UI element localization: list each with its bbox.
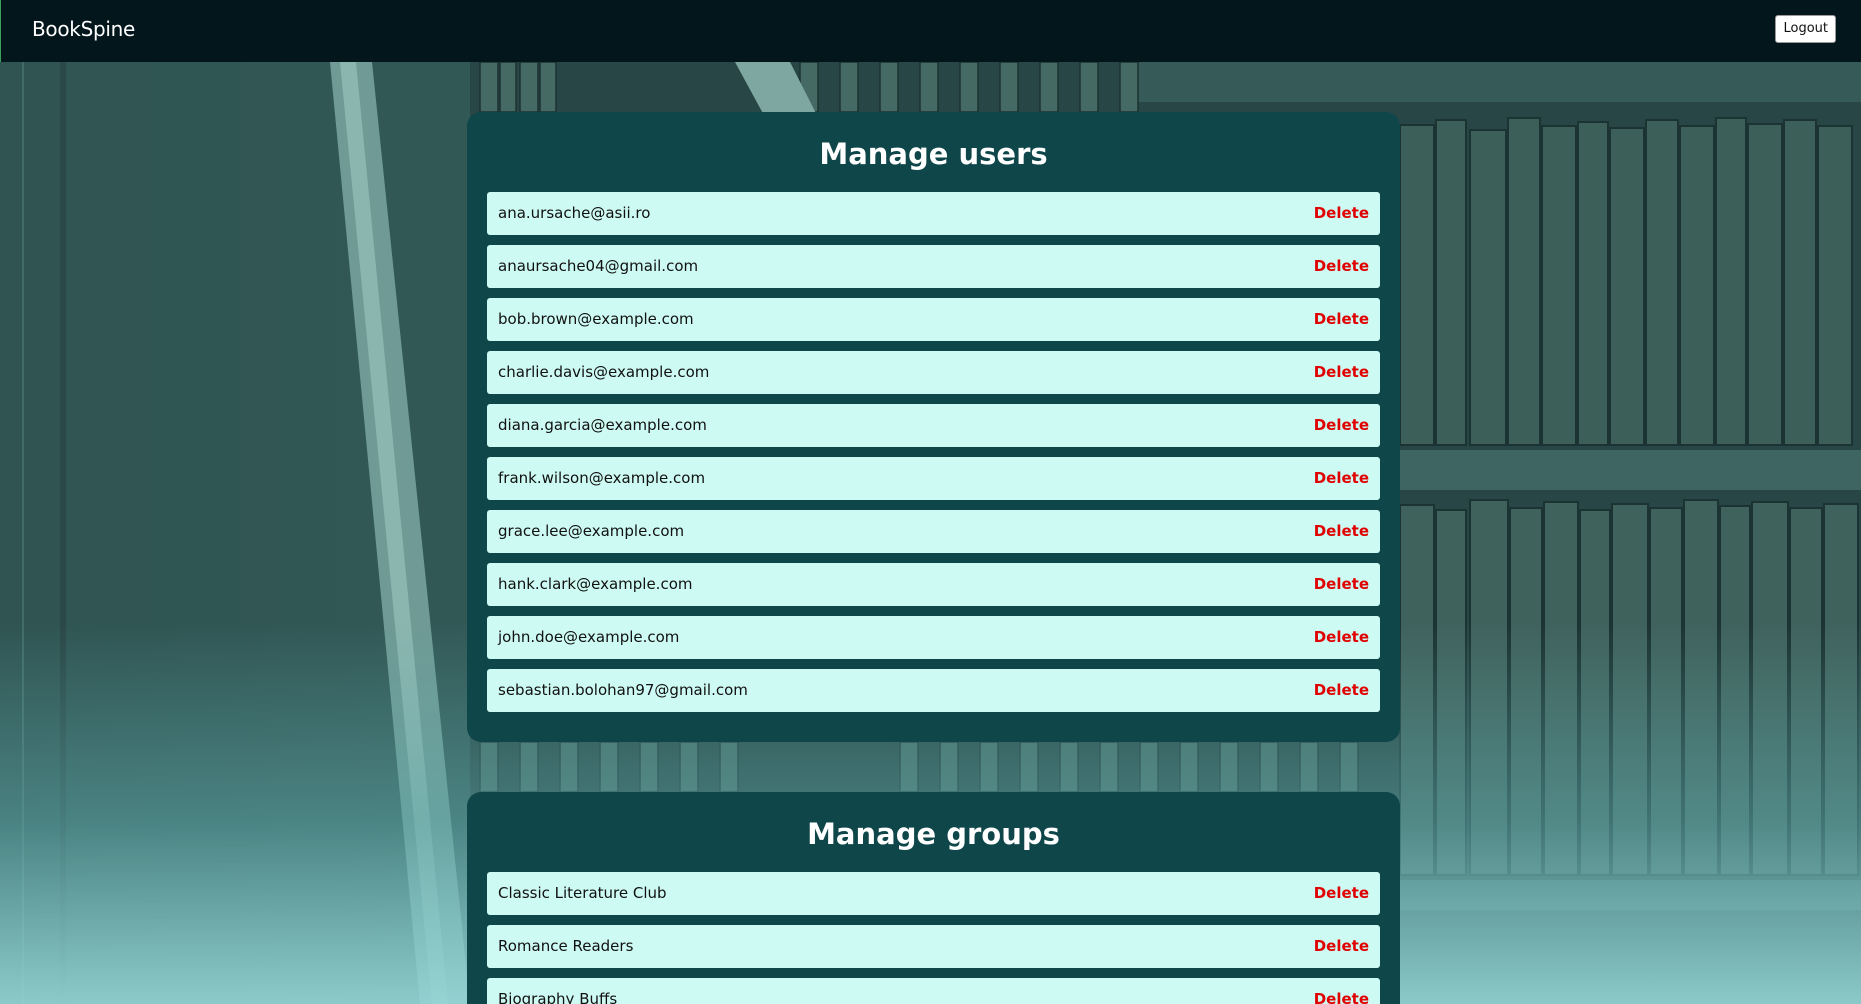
user-email: grace.lee@example.com	[498, 522, 685, 540]
delete-group-button[interactable]: Delete	[1314, 925, 1369, 968]
group-name: Romance Readers	[498, 937, 634, 955]
delete-user-button[interactable]: Delete	[1314, 510, 1369, 553]
user-email: anaursache04@gmail.com	[498, 257, 699, 275]
groups-list: Classic Literature Club Delete Romance R…	[487, 872, 1380, 1004]
top-navbar: BookSpine Logout	[0, 0, 1861, 62]
group-row: Biography Buffs Delete	[487, 978, 1380, 1004]
user-row: ana.ursache@asii.ro Delete	[487, 192, 1380, 235]
delete-user-button[interactable]: Delete	[1314, 669, 1369, 712]
user-row: john.doe@example.com Delete	[487, 616, 1380, 659]
group-name: Classic Literature Club	[498, 884, 667, 902]
user-row: grace.lee@example.com Delete	[487, 510, 1380, 553]
logout-button[interactable]: Logout	[1775, 15, 1836, 43]
group-name: Biography Buffs	[498, 990, 618, 1004]
manage-users-panel: Manage users ana.ursache@asii.ro Delete …	[467, 112, 1400, 742]
delete-user-button[interactable]: Delete	[1314, 457, 1369, 500]
user-email: charlie.davis@example.com	[498, 363, 710, 381]
user-email: hank.clark@example.com	[498, 575, 693, 593]
user-email: john.doe@example.com	[498, 628, 680, 646]
manage-groups-panel: Manage groups Classic Literature Club De…	[467, 792, 1400, 1004]
delete-group-button[interactable]: Delete	[1314, 978, 1369, 1004]
users-list: ana.ursache@asii.ro Delete anaursache04@…	[487, 192, 1380, 712]
manage-users-title: Manage users	[819, 137, 1048, 171]
group-row: Classic Literature Club Delete	[487, 872, 1380, 915]
user-email: sebastian.bolohan97@gmail.com	[498, 681, 748, 699]
group-row: Romance Readers Delete	[487, 925, 1380, 968]
delete-user-button[interactable]: Delete	[1314, 404, 1369, 447]
brand-logo-text[interactable]: BookSpine	[32, 17, 135, 41]
user-row: frank.wilson@example.com Delete	[487, 457, 1380, 500]
user-row: hank.clark@example.com Delete	[487, 563, 1380, 606]
delete-user-button[interactable]: Delete	[1314, 298, 1369, 341]
delete-user-button[interactable]: Delete	[1314, 616, 1369, 659]
user-row: anaursache04@gmail.com Delete	[487, 245, 1380, 288]
user-email: ana.ursache@asii.ro	[498, 204, 651, 222]
delete-user-button[interactable]: Delete	[1314, 192, 1369, 235]
user-email: diana.garcia@example.com	[498, 416, 707, 434]
user-email: frank.wilson@example.com	[498, 469, 706, 487]
user-row: sebastian.bolohan97@gmail.com Delete	[487, 669, 1380, 712]
user-email: bob.brown@example.com	[498, 310, 694, 328]
delete-group-button[interactable]: Delete	[1314, 872, 1369, 915]
user-row: charlie.davis@example.com Delete	[487, 351, 1380, 394]
delete-user-button[interactable]: Delete	[1314, 245, 1369, 288]
manage-groups-title: Manage groups	[807, 817, 1060, 851]
user-row: diana.garcia@example.com Delete	[487, 404, 1380, 447]
delete-user-button[interactable]: Delete	[1314, 563, 1369, 606]
delete-user-button[interactable]: Delete	[1314, 351, 1369, 394]
user-row: bob.brown@example.com Delete	[487, 298, 1380, 341]
